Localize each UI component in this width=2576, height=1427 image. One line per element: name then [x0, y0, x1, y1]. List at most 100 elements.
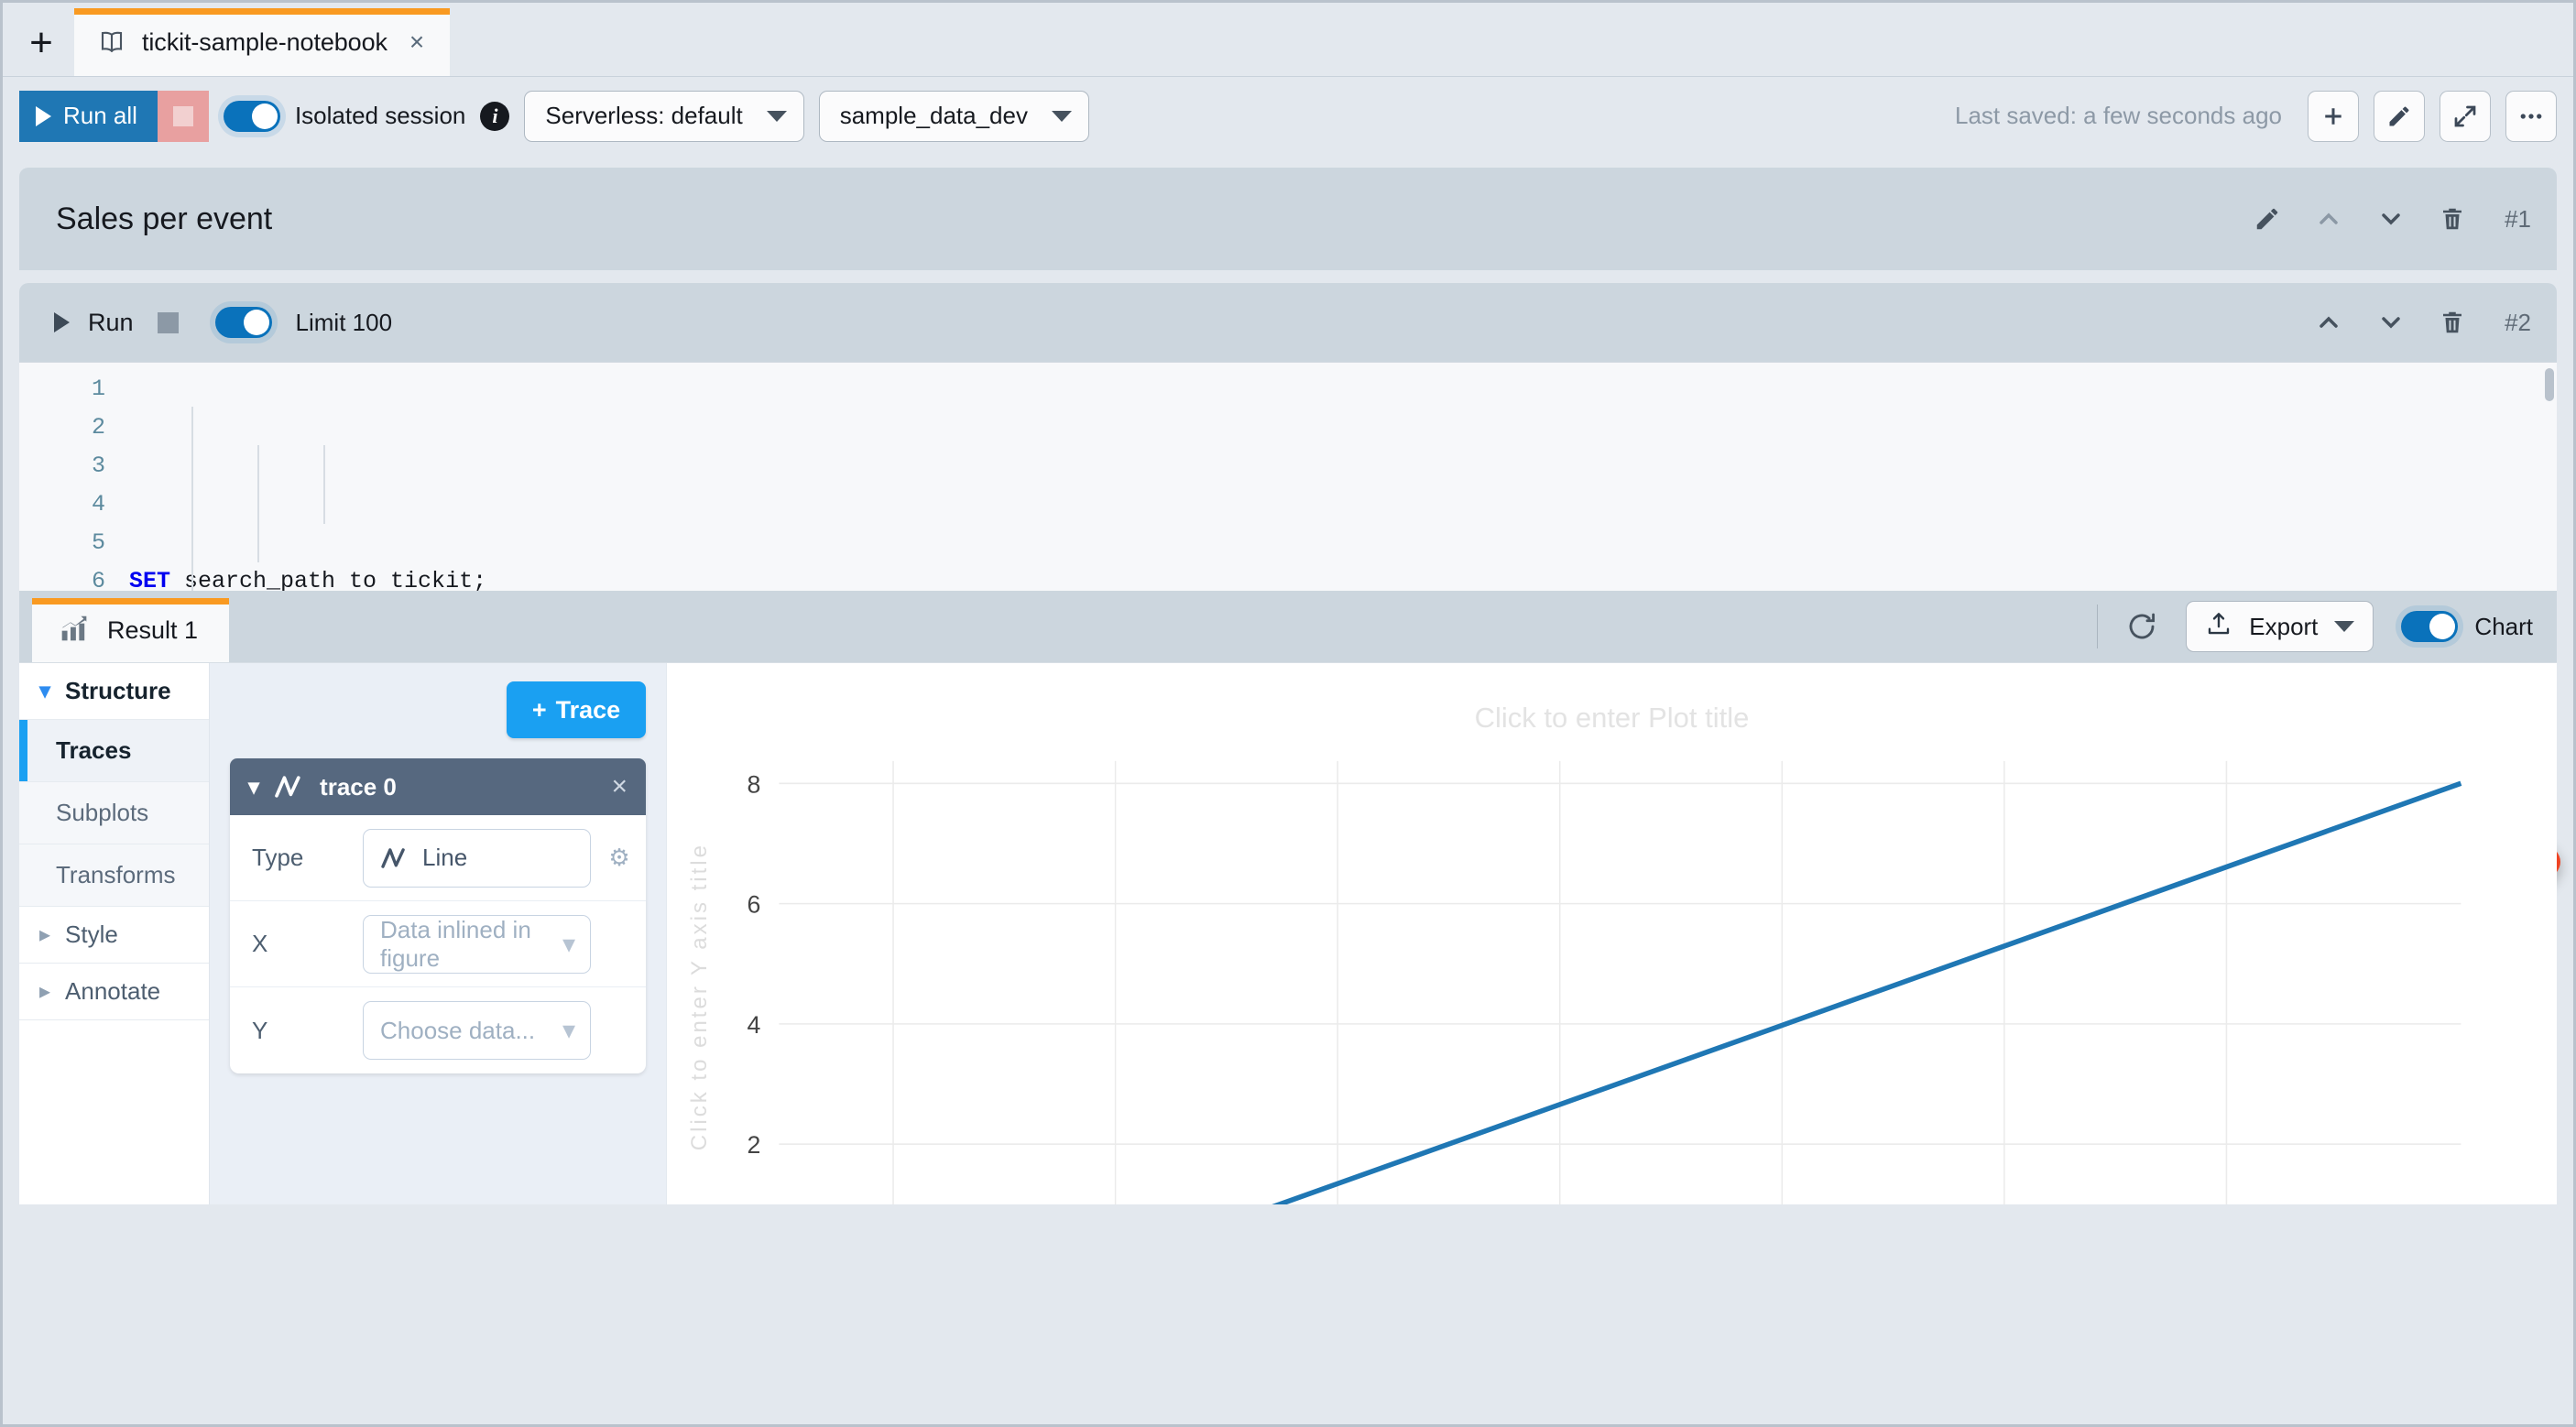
close-icon[interactable]: ×: [611, 771, 628, 802]
x-data-select[interactable]: Data inlined in figure ▾: [363, 914, 591, 974]
result-toolbar: Result 1 Export Chart: [19, 591, 2557, 662]
line-chart-icon: [274, 774, 305, 800]
plot-svg: 8 6 4 2: [748, 760, 2462, 1204]
y-data-select[interactable]: Choose data... ▾: [363, 1001, 591, 1060]
play-icon: [36, 105, 51, 126]
stop-all-button[interactable]: [157, 90, 209, 142]
chevron-down-icon: [2334, 621, 2355, 632]
move-cell-up-button[interactable]: [2314, 204, 2343, 234]
export-button[interactable]: Export: [2186, 601, 2374, 652]
fullscreen-button[interactable]: [2440, 90, 2491, 142]
compute-select-value: Serverless: default: [545, 102, 743, 129]
delete-cell-button[interactable]: [2439, 205, 2466, 233]
close-icon[interactable]: ×: [409, 29, 424, 55]
add-trace-button[interactable]: + Trace: [507, 681, 646, 738]
ellipsis-icon: [2520, 113, 2542, 119]
upload-icon: [2205, 610, 2232, 644]
move-cell-down-button[interactable]: [2376, 308, 2406, 337]
database-select[interactable]: sample_data_dev: [818, 90, 1089, 142]
stop-icon: [172, 105, 193, 126]
trace-card: ▾ trace 0 × Type Line ⚙ X Data inlined i…: [230, 758, 646, 1073]
result-tab-label: Result 1: [107, 615, 199, 644]
run-all-button[interactable]: Run all: [19, 90, 158, 142]
edit-cell-button[interactable]: [2254, 205, 2281, 233]
edit-button[interactable]: [2374, 90, 2425, 142]
notebook-icon: [98, 28, 126, 56]
chevron-down-icon: [766, 110, 787, 122]
compute-select[interactable]: Serverless: default: [524, 90, 804, 142]
grid-vertical: [892, 760, 2228, 1204]
notebook-toolbar: Run all Isolated session i Serverless: d…: [3, 76, 2573, 155]
traces-panel: + Trace ▾ trace 0 × Type Line ⚙ X Data i…: [210, 663, 666, 1204]
plus-icon: +: [531, 695, 547, 724]
delete-cell-button[interactable]: [2439, 309, 2466, 336]
page-title: Sales per event: [56, 201, 273, 236]
chevron-down-icon: [2382, 317, 2400, 329]
limit-label: Limit 100: [295, 308, 393, 336]
sidebar-group-structure[interactable]: ▾ Structure: [19, 663, 209, 720]
y-tick-label: 4: [748, 1011, 761, 1039]
add-trace-row: + Trace: [230, 681, 646, 738]
tab-result-1[interactable]: Result 1: [32, 598, 230, 662]
run-cell-label: Run: [88, 308, 134, 336]
sidebar-item-traces[interactable]: Traces: [19, 720, 209, 782]
stop-cell-button[interactable]: [157, 311, 179, 333]
pencil-icon: [2389, 106, 2409, 125]
y-tick-label: 6: [748, 891, 761, 919]
divider: [2097, 605, 2099, 648]
sql-editor[interactable]: 1 2 3 4 5 6 7 8 9 SET search_path to tic…: [19, 362, 2557, 591]
markdown-cell[interactable]: Sales per event #1: [19, 168, 2557, 270]
plus-icon: [2325, 107, 2341, 125]
result-toolbar-actions: Export Chart: [2097, 591, 2557, 662]
chevron-up-icon: [2319, 212, 2338, 224]
sidebar-group-annotate[interactable]: ▸ Annotate: [19, 964, 209, 1020]
code-area[interactable]: 1 2 3 4 5 6 7 8 9 SET search_path to tic…: [19, 363, 2557, 591]
cell-number: #1: [2505, 204, 2531, 233]
chevron-down-icon: ▾: [562, 1016, 575, 1044]
sidebar-item-subplots[interactable]: Subplots: [19, 782, 209, 844]
y-data-select-value: Choose data...: [380, 1016, 536, 1044]
add-cell-button[interactable]: [2308, 90, 2359, 142]
info-icon[interactable]: i: [480, 101, 510, 131]
markdown-cell-actions: #1: [2254, 204, 2531, 234]
refresh-icon: [2129, 613, 2156, 639]
limit-toggle[interactable]: [214, 307, 272, 338]
code-text[interactable]: SET search_path to tickit; SELECT eventn…: [129, 370, 2557, 591]
trace-card-body: Type Line ⚙ X Data inlined in figure ▾ Y…: [230, 815, 646, 1073]
trace-name: trace 0: [320, 772, 397, 801]
toggle-knob: [243, 310, 269, 335]
grid-horizontal: [779, 782, 2461, 1145]
chevron-down-icon: [1051, 110, 1072, 122]
play-icon: [54, 312, 70, 332]
trash-icon: [2443, 208, 2462, 230]
refresh-button[interactable]: [2125, 610, 2158, 643]
field-y: Y Choose data... ▾: [230, 987, 646, 1073]
export-label: Export: [2249, 612, 2319, 640]
toggle-knob: [2429, 614, 2456, 639]
chart-toggle[interactable]: [2401, 611, 2459, 642]
code-line: SET search_path to tickit;: [129, 568, 487, 591]
run-cell-button[interactable]: Run: [54, 309, 134, 337]
move-cell-down-button[interactable]: [2376, 204, 2406, 234]
pencil-icon: [2256, 208, 2278, 230]
isolated-session-toggle[interactable]: [223, 100, 280, 132]
trace-card-header[interactable]: ▾ trace 0 ×: [230, 758, 646, 815]
more-options-button[interactable]: [2505, 90, 2557, 142]
plot-canvas[interactable]: Click to enter Plot title Click to enter…: [666, 663, 2557, 1204]
line-number: 4: [91, 491, 105, 517]
sidebar-group-style[interactable]: ▸ Style: [19, 907, 209, 964]
chevron-down-icon[interactable]: ▾: [248, 774, 259, 801]
move-cell-up-button[interactable]: [2314, 308, 2343, 337]
chevron-down-icon: ▾: [39, 678, 51, 703]
y-tick-label: 8: [748, 770, 761, 798]
line-number: 6: [91, 568, 105, 591]
type-select-value: Line: [422, 844, 468, 871]
notebook-tab[interactable]: tickit-sample-notebook ×: [74, 8, 450, 76]
gear-icon[interactable]: ⚙: [606, 844, 633, 872]
sidebar-item-transforms[interactable]: Transforms: [19, 844, 209, 907]
new-tab-button[interactable]: +: [8, 10, 74, 76]
type-select[interactable]: Line: [363, 828, 591, 888]
run-all-label: Run all: [63, 102, 137, 129]
fullscreen-icon: [2454, 105, 2476, 126]
toggle-knob: [251, 103, 278, 129]
